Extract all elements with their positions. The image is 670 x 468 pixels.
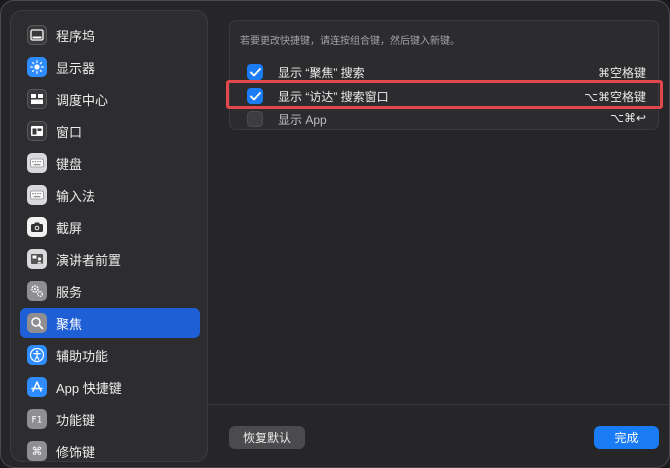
sidebar-item-displays[interactable]: 显示器 <box>20 52 200 82</box>
shortcut-keys[interactable]: ⌥⌘↩ <box>610 111 646 125</box>
checkbox-unchecked[interactable] <box>247 111 263 127</box>
instruction-text: 若要更改快捷键，请连按组合键，然后键入新键。 <box>240 36 460 47</box>
search-icon <box>27 313 47 333</box>
sidebar-item-function-keys[interactable]: F1 功能键 <box>20 404 200 434</box>
shortcut-keys[interactable]: ⌘空格键 <box>598 64 646 81</box>
sidebar-item-label: 截屏 <box>56 220 83 236</box>
shortcut-label: 显示 “聚焦” 搜索 <box>278 66 365 80</box>
sidebar-item-label: 程序坞 <box>56 28 96 44</box>
input-method-icon <box>27 185 47 205</box>
sidebar-item-label: 聚焦 <box>56 316 83 332</box>
sidebar-item-accessibility[interactable]: 辅助功能 <box>20 340 200 370</box>
presenter-overlay-icon <box>27 249 47 269</box>
sidebar-item-label: 修饰键 <box>56 444 96 460</box>
sidebar-item-modifier-keys[interactable]: ⌘ 修饰键 <box>20 436 200 461</box>
done-button[interactable]: 完成 <box>594 426 659 449</box>
footer-divider <box>209 404 669 405</box>
sidebar-item-label: 输入法 <box>56 188 96 204</box>
shortcut-keys[interactable]: ⌥⌘空格键 <box>584 88 646 105</box>
sidebar-item-label: 演讲者前置 <box>56 252 122 268</box>
checkbox-checked[interactable] <box>247 64 263 80</box>
sidebar-item-input-sources[interactable]: 输入法 <box>20 180 200 210</box>
sidebar-item-screenshots[interactable]: 截屏 <box>20 212 200 242</box>
sidebar-item-app-shortcuts[interactable]: App 快捷键 <box>20 372 200 402</box>
shortcut-row-finder-search-window[interactable]: 显示 “访达” 搜索窗口 ⌥⌘空格键 <box>230 84 658 108</box>
restore-defaults-button[interactable]: 恢复默认 <box>229 426 305 449</box>
function-key-icon: F1 <box>27 409 47 429</box>
brightness-icon <box>27 57 47 77</box>
checkbox-checked[interactable] <box>247 88 263 104</box>
app-store-icon <box>27 377 47 397</box>
sidebar-item-label: App 快捷键 <box>56 380 122 396</box>
sidebar-item-label: 功能键 <box>56 412 96 428</box>
sidebar-item-mission-control[interactable]: 调度中心 <box>20 84 200 114</box>
sidebar: 程序坞 显示器 调度中心 窗口 键盘 输入法 截屏 演讲者前置 服务 聚焦 辅助… <box>10 10 208 462</box>
sidebar-item-label: 窗口 <box>56 124 83 140</box>
sidebar-item-label: 调度中心 <box>56 92 109 108</box>
keyboard-icon <box>27 153 47 173</box>
command-key-icon: ⌘ <box>27 441 47 461</box>
sidebar-item-label: 显示器 <box>56 60 96 76</box>
shortcut-label: 显示 App <box>278 113 327 127</box>
sidebar-item-label: 服务 <box>56 284 83 300</box>
mission-control-icon <box>27 89 47 109</box>
sidebar-item-label: 辅助功能 <box>56 348 109 364</box>
sidebar-item-spotlight[interactable]: 聚焦 <box>20 308 200 338</box>
sidebar-item-dock[interactable]: 程序坞 <box>20 20 200 50</box>
svg-text:F1: F1 <box>32 416 43 426</box>
sidebar-item-label: 键盘 <box>56 156 83 172</box>
shortcut-row-show-app[interactable]: 显示 App ⌥⌘↩ <box>230 107 658 131</box>
shortcuts-panel: 若要更改快捷键，请连按组合键，然后键入新键。 显示 “聚焦” 搜索 ⌘空格键 显… <box>229 20 659 130</box>
camera-icon <box>27 217 47 237</box>
window-icon <box>27 121 47 141</box>
shortcut-label: 显示 “访达” 搜索窗口 <box>278 90 389 104</box>
sidebar-item-windows[interactable]: 窗口 <box>20 116 200 146</box>
sidebar-item-services[interactable]: 服务 <box>20 276 200 306</box>
gear-icon <box>27 281 47 301</box>
keyboard-shortcuts-window: 程序坞 显示器 调度中心 窗口 键盘 输入法 截屏 演讲者前置 服务 聚焦 辅助… <box>0 0 670 468</box>
accessibility-icon <box>27 345 47 365</box>
sidebar-item-keyboard[interactable]: 键盘 <box>20 148 200 178</box>
sidebar-item-presenter-overlay[interactable]: 演讲者前置 <box>20 244 200 274</box>
svg-text:⌘: ⌘ <box>32 445 43 458</box>
dock-icon <box>27 25 47 45</box>
shortcut-row-spotlight-search[interactable]: 显示 “聚焦” 搜索 ⌘空格键 <box>230 60 658 84</box>
